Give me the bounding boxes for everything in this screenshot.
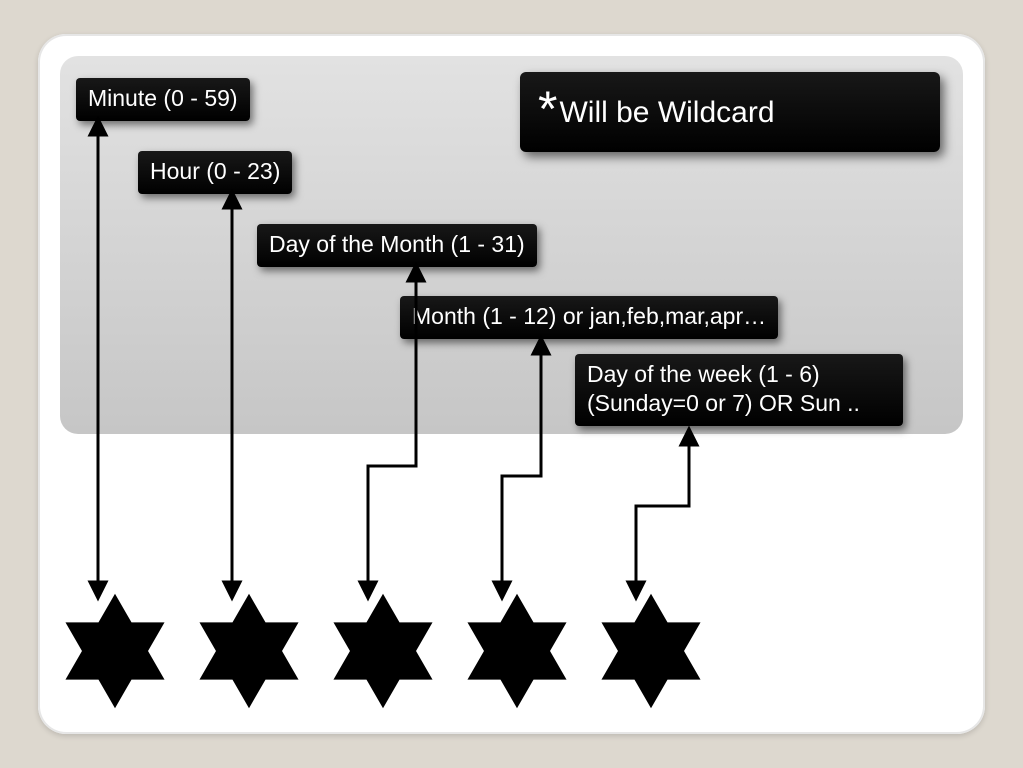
label-day-of-month: Day of the Month (1 - 31) <box>257 224 537 267</box>
star-5 <box>586 586 716 716</box>
wildcard-asterisk: * <box>538 81 557 137</box>
arrow-day-of-week <box>636 436 689 591</box>
diagram-card: *Will be Wildcard Minute (0 - 59) Hour (… <box>38 34 985 734</box>
star-4 <box>452 586 582 716</box>
star-1 <box>50 586 180 716</box>
star-2 <box>184 586 314 716</box>
label-month: Month (1 - 12) or jan,feb,mar,apr… <box>400 296 778 339</box>
star-3 <box>318 586 448 716</box>
label-day-of-week: Day of the week (1 - 6) (Sunday=0 or 7) … <box>575 354 903 426</box>
wildcard-callout: *Will be Wildcard <box>520 72 940 152</box>
wildcard-text: Will be Wildcard <box>559 96 774 129</box>
label-hour: Hour (0 - 23) <box>138 151 292 194</box>
label-minute: Minute (0 - 59) <box>76 78 250 121</box>
